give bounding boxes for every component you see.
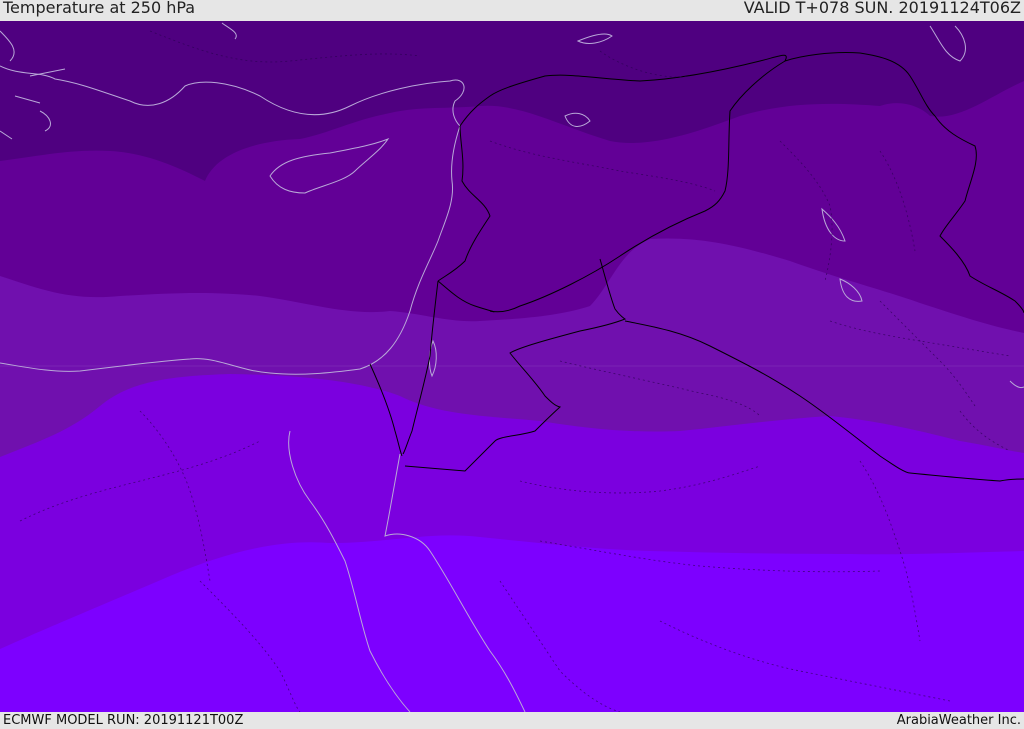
weather-map[interactable]	[0, 21, 1024, 712]
map-title: Temperature at 250 hPa	[3, 0, 196, 17]
model-run-label: ECMWF MODEL RUN: 20191121T00Z	[3, 713, 244, 728]
header-bar: Temperature at 250 hPa VALID T+078 SUN. …	[0, 0, 1024, 22]
footer-bar: ECMWF MODEL RUN: 20191121T00Z ArabiaWeat…	[0, 712, 1024, 729]
map-frame: Temperature at 250 hPa VALID T+078 SUN. …	[0, 0, 1024, 729]
brand-label: ArabiaWeather Inc.	[896, 713, 1021, 728]
map-canvas	[0, 21, 1024, 712]
valid-time: VALID T+078 SUN. 20191124T06Z	[743, 0, 1021, 17]
